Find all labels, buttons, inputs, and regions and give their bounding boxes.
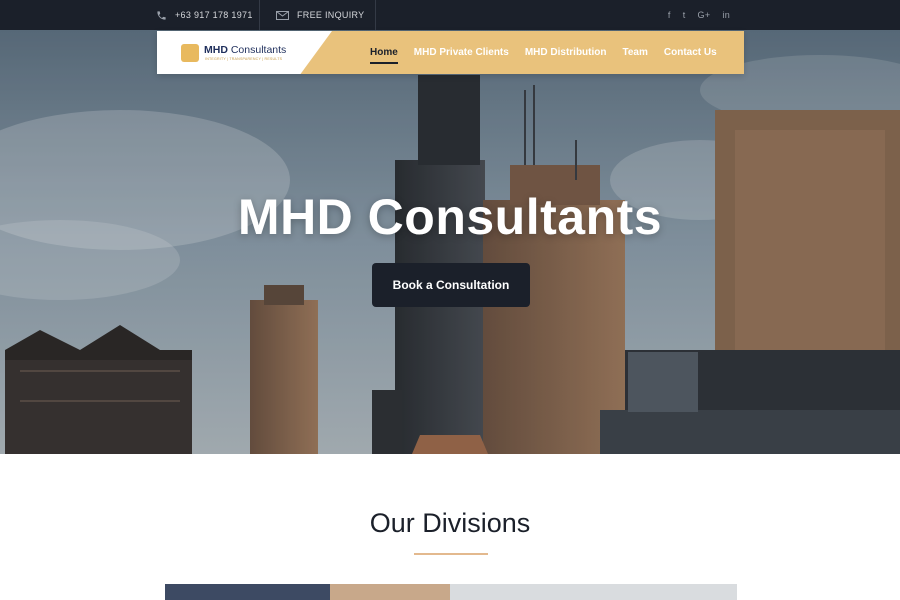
book-consultation-button[interactable]: Book a Consultation	[372, 263, 530, 307]
free-inquiry-link[interactable]: FREE INQUIRY	[260, 0, 376, 30]
hero-title: MHD Consultants	[237, 189, 663, 245]
division-image[interactable]	[330, 584, 450, 600]
logo-name: MHD Consultants	[204, 44, 286, 56]
top-bar: +63 917 178 1971 FREE INQUIRY f t G+ in	[0, 0, 900, 30]
division-image[interactable]	[450, 584, 737, 600]
facebook-icon[interactable]: f	[668, 10, 671, 20]
free-inquiry-label: FREE INQUIRY	[297, 10, 365, 20]
logo-word: Consultants	[230, 44, 287, 56]
main-header: MHD Consultants INTEGRITY | TRANSPARENCY…	[157, 31, 744, 74]
logo-brand: MHD	[204, 44, 228, 56]
phone-contact[interactable]: +63 917 178 1971	[156, 0, 260, 30]
phone-number: +63 917 178 1971	[175, 10, 253, 20]
logo-tagline: INTEGRITY | TRANSPARENCY | RESULTS	[205, 57, 283, 61]
envelope-icon	[276, 10, 289, 20]
linkedin-icon[interactable]: in	[722, 10, 730, 20]
phone-icon	[156, 10, 167, 21]
divisions-title: Our Divisions	[369, 508, 531, 538]
google-plus-icon[interactable]: G+	[698, 10, 711, 20]
nav-team[interactable]: Team	[622, 47, 647, 58]
logo-mark-icon	[181, 44, 199, 62]
nav-contact-us[interactable]: Contact Us	[664, 47, 717, 58]
main-nav: Home MHD Private Clients MHD Distributio…	[370, 31, 717, 74]
division-image[interactable]	[165, 584, 330, 600]
logo[interactable]: MHD Consultants INTEGRITY | TRANSPARENCY…	[157, 31, 332, 74]
social-links: f t G+ in	[668, 0, 730, 30]
nav-distribution[interactable]: MHD Distribution	[525, 47, 607, 58]
hero-section: MHD Consultants Book a Consultation	[0, 30, 900, 454]
nav-home[interactable]: Home	[370, 47, 398, 64]
twitter-icon[interactable]: t	[683, 10, 686, 20]
divisions-image-strip	[165, 584, 737, 600]
divisions-divider	[414, 553, 488, 555]
nav-private-clients[interactable]: MHD Private Clients	[414, 47, 509, 58]
